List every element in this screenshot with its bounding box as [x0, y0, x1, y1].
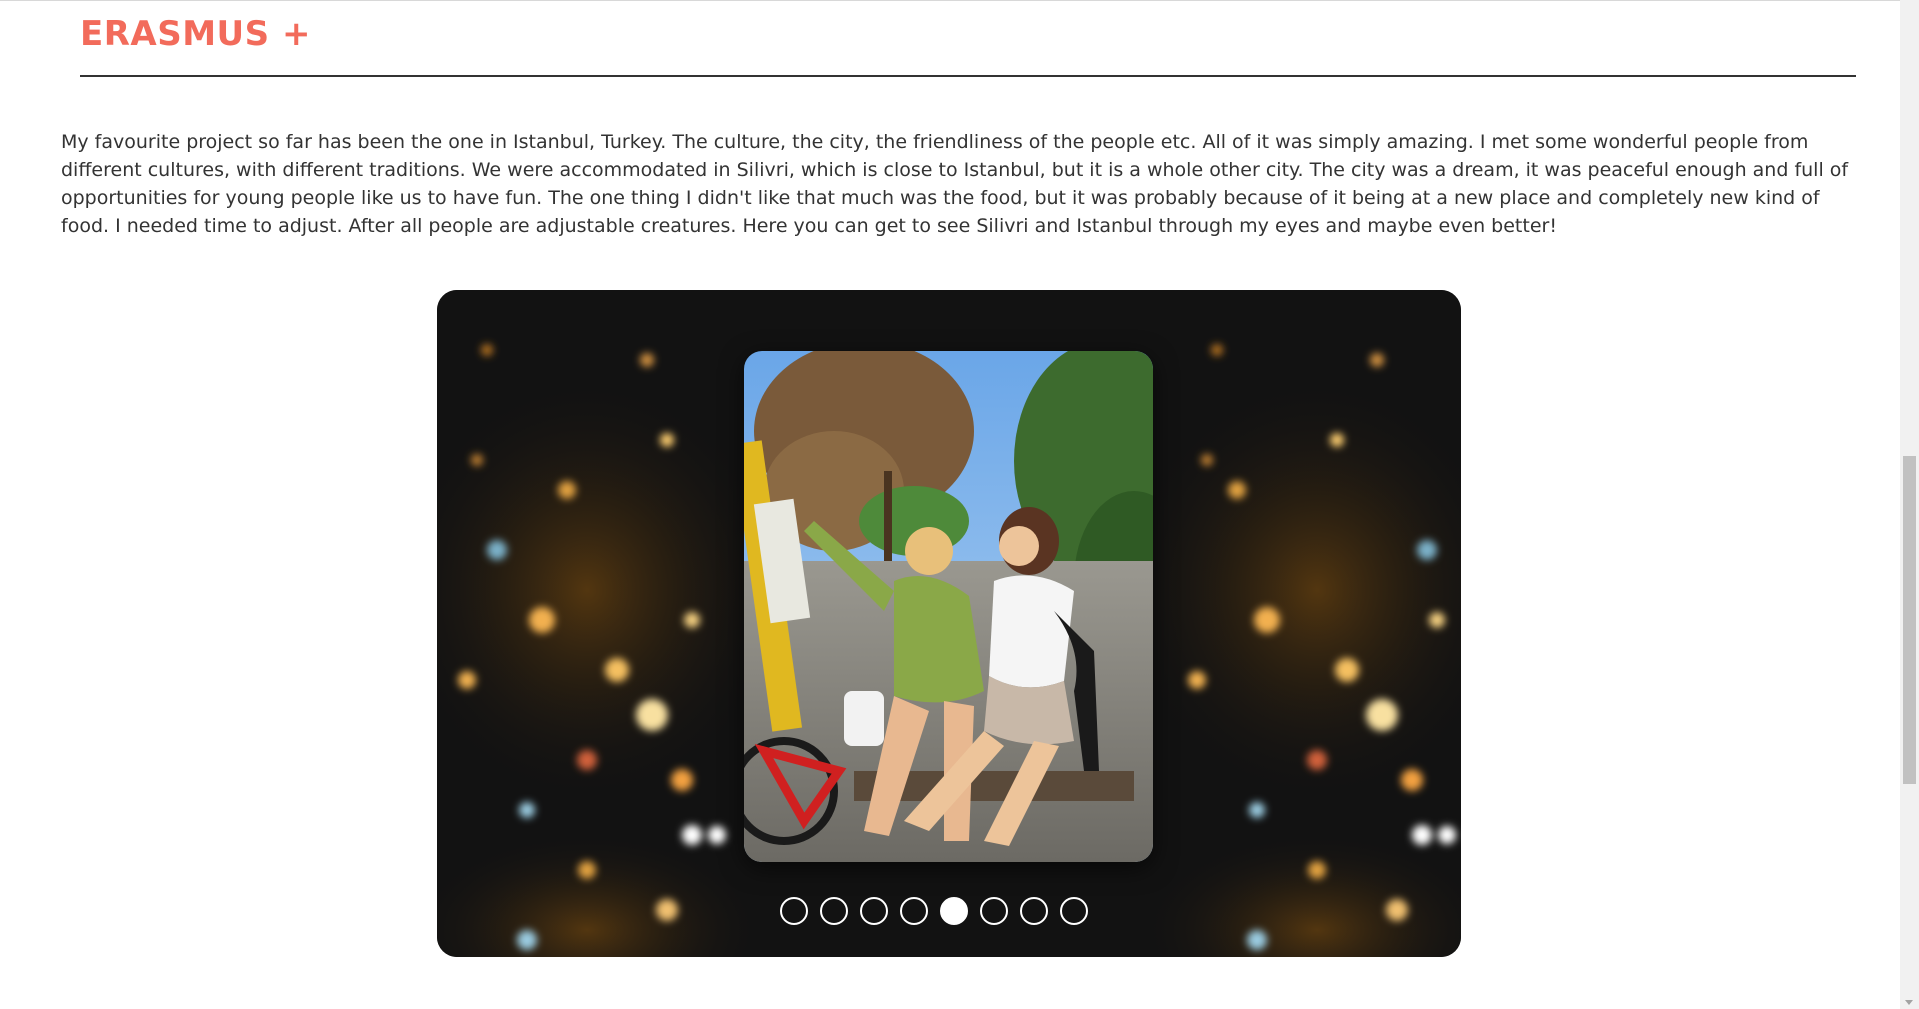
title-divider — [80, 75, 1856, 77]
page: ERASMUS + My favourite project so far ha… — [0, 0, 1919, 1009]
carousel-dot-5[interactable] — [940, 897, 968, 925]
section-title: ERASMUS + — [80, 14, 311, 54]
image-carousel[interactable] — [437, 290, 1461, 957]
carousel-dot-8[interactable] — [1060, 897, 1088, 925]
carousel-pagination — [780, 895, 1088, 927]
intro-paragraph: My favourite project so far has been the… — [61, 131, 1849, 237]
top-border — [0, 0, 1900, 1]
active-slide-photo — [744, 351, 1153, 862]
carousel-dot-1[interactable] — [780, 897, 808, 925]
scroll-down-arrow-icon[interactable] — [1905, 1000, 1913, 1005]
vertical-scrollbar[interactable] — [1900, 0, 1919, 1009]
carousel-dot-2[interactable] — [820, 897, 848, 925]
carousel-dot-7[interactable] — [1020, 897, 1048, 925]
carousel-dot-4[interactable] — [900, 897, 928, 925]
scrollbar-thumb[interactable] — [1903, 456, 1916, 784]
carousel-dot-6[interactable] — [980, 897, 1008, 925]
carousel-dot-3[interactable] — [860, 897, 888, 925]
